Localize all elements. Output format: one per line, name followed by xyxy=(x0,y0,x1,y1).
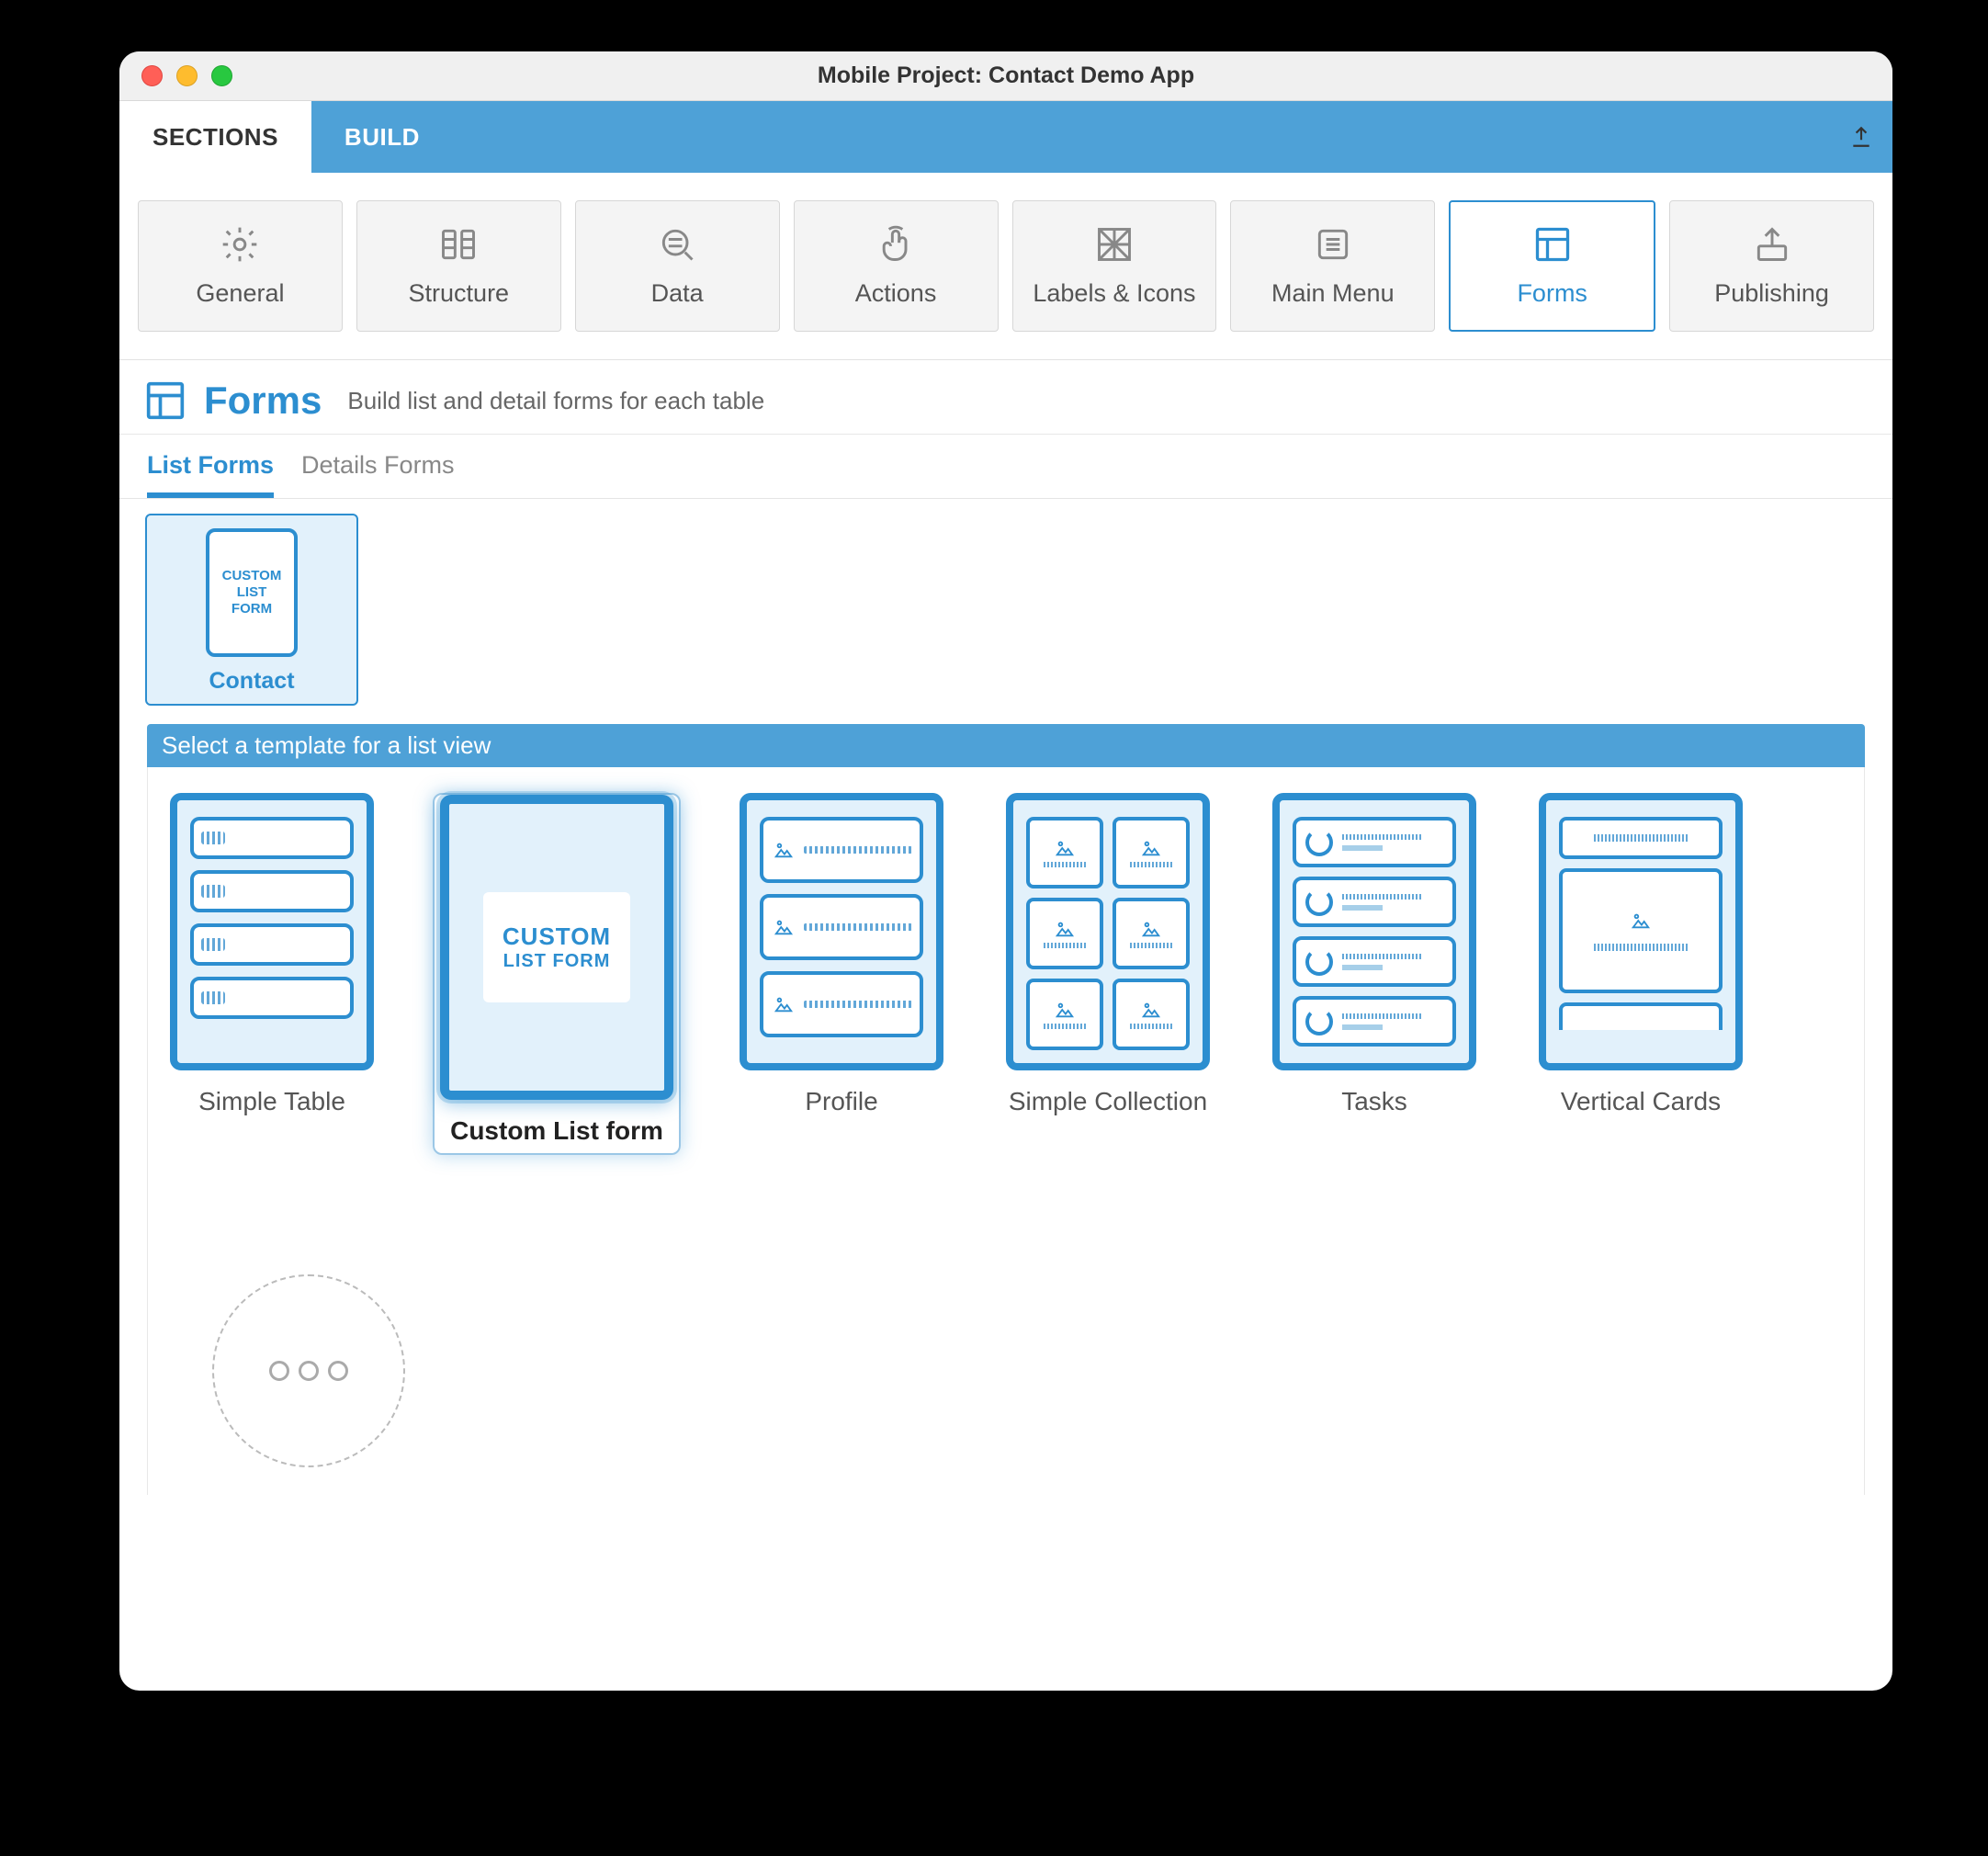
section-publishing[interactable]: Publishing xyxy=(1669,200,1874,332)
section-data[interactable]: Data xyxy=(575,200,780,332)
data-icon xyxy=(655,224,699,265)
app-window: Mobile Project: Contact Demo App SECTION… xyxy=(119,51,1892,1691)
template-tasks[interactable]: Tasks xyxy=(1269,793,1480,1155)
section-label: Main Menu xyxy=(1271,279,1395,308)
subtab-list-forms[interactable]: List Forms xyxy=(147,451,274,498)
more-templates-button[interactable] xyxy=(212,1274,405,1467)
gear-icon xyxy=(218,224,262,265)
table-chip-contact[interactable]: CUSTOM LIST FORM Contact xyxy=(145,514,358,706)
section-label: Actions xyxy=(855,279,937,308)
template-thumb: CUSTOM LIST FORM xyxy=(440,795,673,1100)
sections-row: General Structure Data xyxy=(119,173,1892,360)
window-title: Mobile Project: Contact Demo App xyxy=(119,62,1892,89)
section-label: General xyxy=(196,279,284,308)
template-profile[interactable]: Profile xyxy=(736,793,947,1155)
forms-subtabs: List Forms Details Forms xyxy=(119,435,1892,499)
page-subtitle: Build list and detail forms for each tab… xyxy=(347,387,764,415)
menu-icon xyxy=(1311,224,1355,265)
section-label: Structure xyxy=(409,279,510,308)
template-thumb xyxy=(170,793,374,1070)
custom-badge-line2: LIST FORM xyxy=(503,951,611,972)
page-header: Forms Build list and detail forms for ea… xyxy=(119,360,1892,435)
section-label: Data xyxy=(651,279,704,308)
template-label: Vertical Cards xyxy=(1561,1087,1721,1116)
section-labels-icons[interactable]: Labels & Icons xyxy=(1012,200,1217,332)
publish-icon xyxy=(1750,224,1794,265)
section-forms[interactable]: Forms xyxy=(1449,200,1655,332)
close-window-button[interactable] xyxy=(141,65,163,86)
page-title: Forms xyxy=(204,379,322,423)
template-vertical-cards[interactable]: Vertical Cards xyxy=(1535,793,1746,1155)
forms-icon xyxy=(145,380,186,421)
section-structure[interactable]: Structure xyxy=(356,200,561,332)
upload-icon[interactable] xyxy=(1843,101,1880,173)
template-thumb xyxy=(1272,793,1476,1070)
template-picker-header: Select a template for a list view xyxy=(147,724,1865,767)
section-main-menu[interactable]: Main Menu xyxy=(1230,200,1435,332)
template-label: Profile xyxy=(805,1087,877,1116)
tap-icon xyxy=(874,224,918,265)
tables-area: CUSTOM LIST FORM Contact xyxy=(119,499,1892,724)
subtab-details-forms[interactable]: Details Forms xyxy=(301,451,455,498)
minimize-window-button[interactable] xyxy=(176,65,198,86)
section-label: Publishing xyxy=(1714,279,1829,308)
structure-icon xyxy=(436,224,480,265)
template-label: Simple Table xyxy=(198,1087,345,1116)
template-label: Simple Collection xyxy=(1009,1087,1207,1116)
tab-sections[interactable]: SECTIONS xyxy=(119,101,311,173)
template-thumb xyxy=(1006,793,1210,1070)
section-actions[interactable]: Actions xyxy=(794,200,999,332)
custom-badge-line1: CUSTOM xyxy=(503,922,611,951)
zoom-window-button[interactable] xyxy=(211,65,232,86)
main-tabbar: SECTIONS BUILD xyxy=(119,101,1892,173)
template-custom-list-form[interactable]: CUSTOM LIST FORM Custom List form xyxy=(433,793,681,1155)
more-icon xyxy=(269,1361,348,1381)
grid-icon xyxy=(1092,224,1136,265)
section-label: Labels & Icons xyxy=(1033,279,1195,308)
section-general[interactable]: General xyxy=(138,200,343,332)
template-strip: Simple Table CUSTOM LIST FORM Custom Lis… xyxy=(147,767,1865,1495)
table-name: Contact xyxy=(209,668,294,695)
titlebar: Mobile Project: Contact Demo App xyxy=(119,51,1892,101)
template-simple-table[interactable]: Simple Table xyxy=(166,793,378,1155)
forms-icon xyxy=(1531,224,1575,265)
template-thumb xyxy=(740,793,943,1070)
template-label: Custom List form xyxy=(450,1116,663,1146)
table-thumb-text: CUSTOM LIST FORM xyxy=(209,562,294,623)
template-label: Tasks xyxy=(1341,1087,1407,1116)
table-thumb: CUSTOM LIST FORM xyxy=(206,528,298,657)
tab-build[interactable]: BUILD xyxy=(311,101,453,173)
section-label: Forms xyxy=(1517,279,1587,308)
template-simple-collection[interactable]: Simple Collection xyxy=(1002,793,1214,1155)
window-controls xyxy=(141,65,232,86)
template-thumb xyxy=(1539,793,1743,1070)
